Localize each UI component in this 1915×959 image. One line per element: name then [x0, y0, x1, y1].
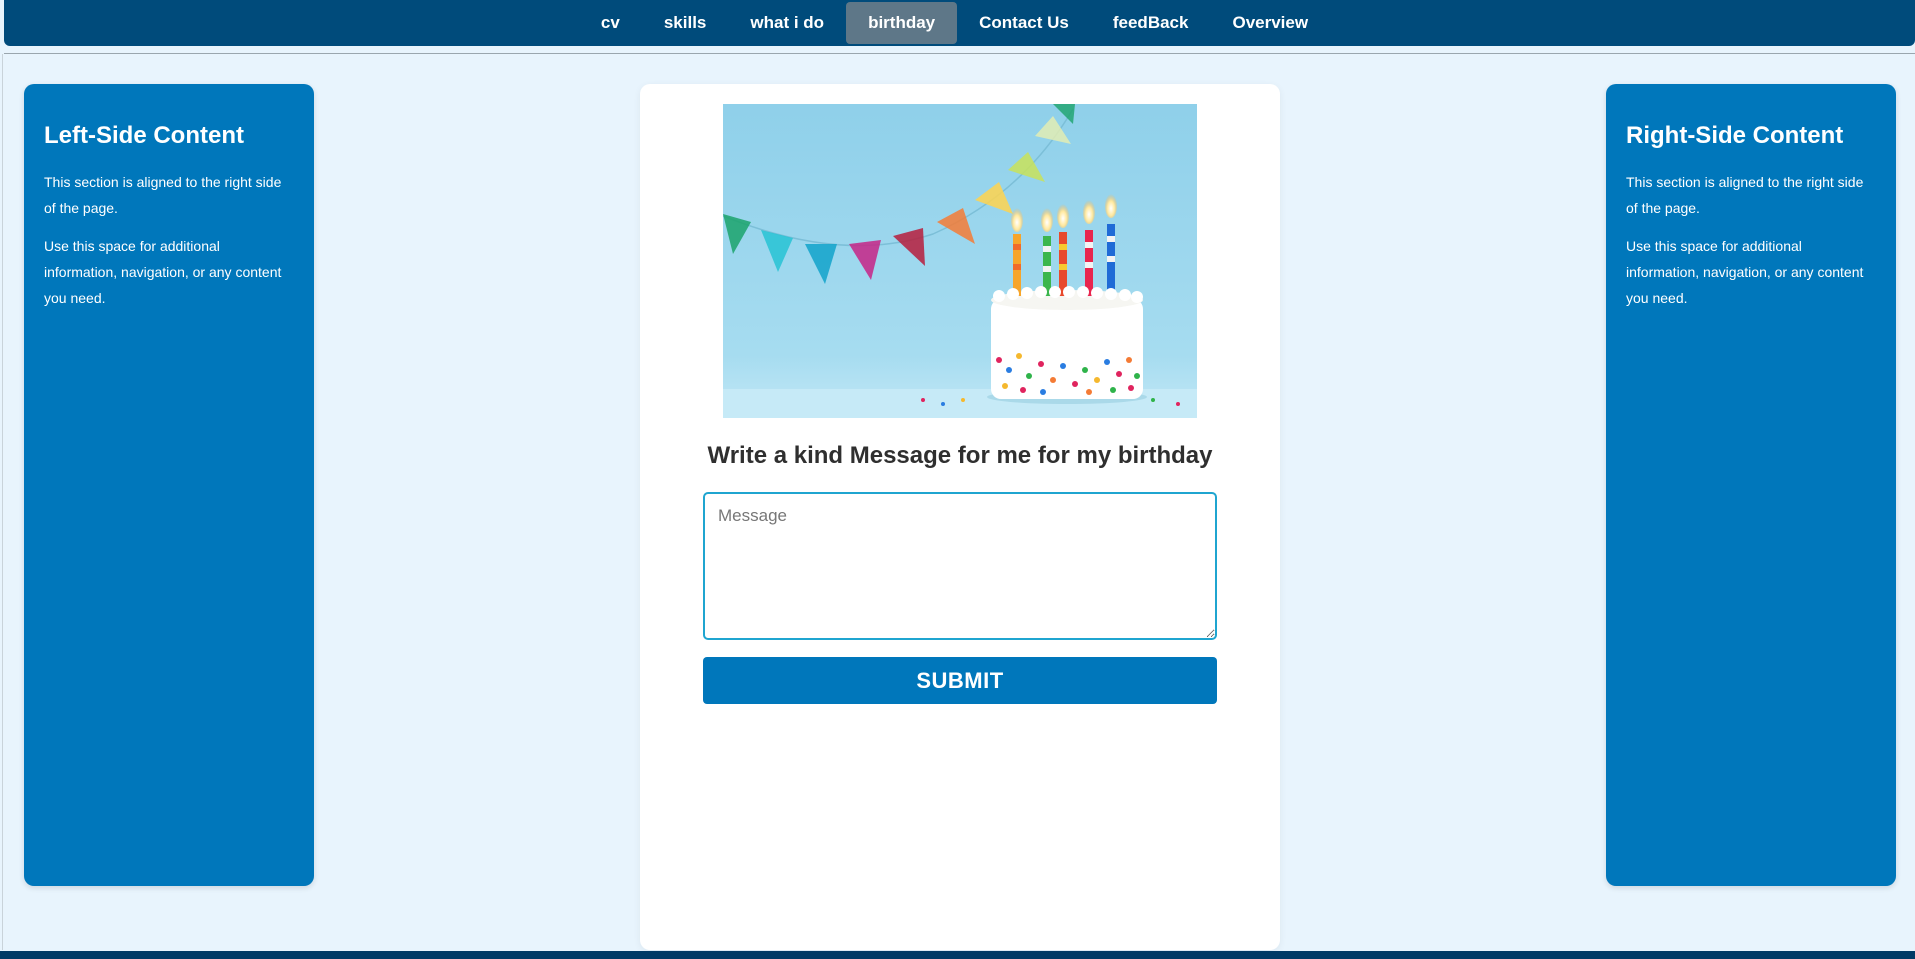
right-panel-paragraph-2: Use this space for additional informatio… — [1626, 237, 1864, 306]
nav-divider — [4, 53, 1915, 54]
footer-strip — [0, 951, 1915, 959]
left-side-panel: Left-Side Content This section is aligne… — [24, 84, 314, 886]
nav-item-birthday[interactable]: birthday — [846, 2, 958, 44]
top-navbar: cv skills what i do birthday Contact Us … — [4, 0, 1915, 46]
left-panel-paragraph-1: This section is aligned to the right sid… — [44, 173, 282, 216]
main-card: Write a kind Message for me for my birth… — [640, 84, 1280, 950]
nav-item-overview[interactable]: Overview — [1210, 2, 1330, 44]
nav-item-feedback[interactable]: feedBack — [1091, 2, 1211, 44]
right-side-panel: Right-Side Content This section is align… — [1606, 84, 1896, 886]
birthday-message-prompt: Write a kind Message for me for my birth… — [707, 442, 1213, 469]
nav-item-skills[interactable]: skills — [642, 2, 729, 44]
left-panel-title: Left-Side Content — [44, 122, 244, 149]
right-panel-paragraph-1: This section is aligned to the right sid… — [1626, 173, 1864, 216]
right-panel-title: Right-Side Content — [1626, 122, 1844, 149]
birthday-cake-image — [723, 104, 1197, 418]
submit-button[interactable]: SUBMIT — [703, 657, 1217, 704]
left-panel-paragraph-2: Use this space for additional informatio… — [44, 237, 282, 306]
nav-item-contact-us[interactable]: Contact Us — [957, 2, 1091, 44]
nav-item-what-i-do[interactable]: what i do — [728, 2, 846, 44]
nav-list: cv skills what i do birthday Contact Us … — [579, 2, 1330, 44]
message-input[interactable] — [703, 492, 1217, 640]
nav-item-cv[interactable]: cv — [579, 2, 642, 44]
